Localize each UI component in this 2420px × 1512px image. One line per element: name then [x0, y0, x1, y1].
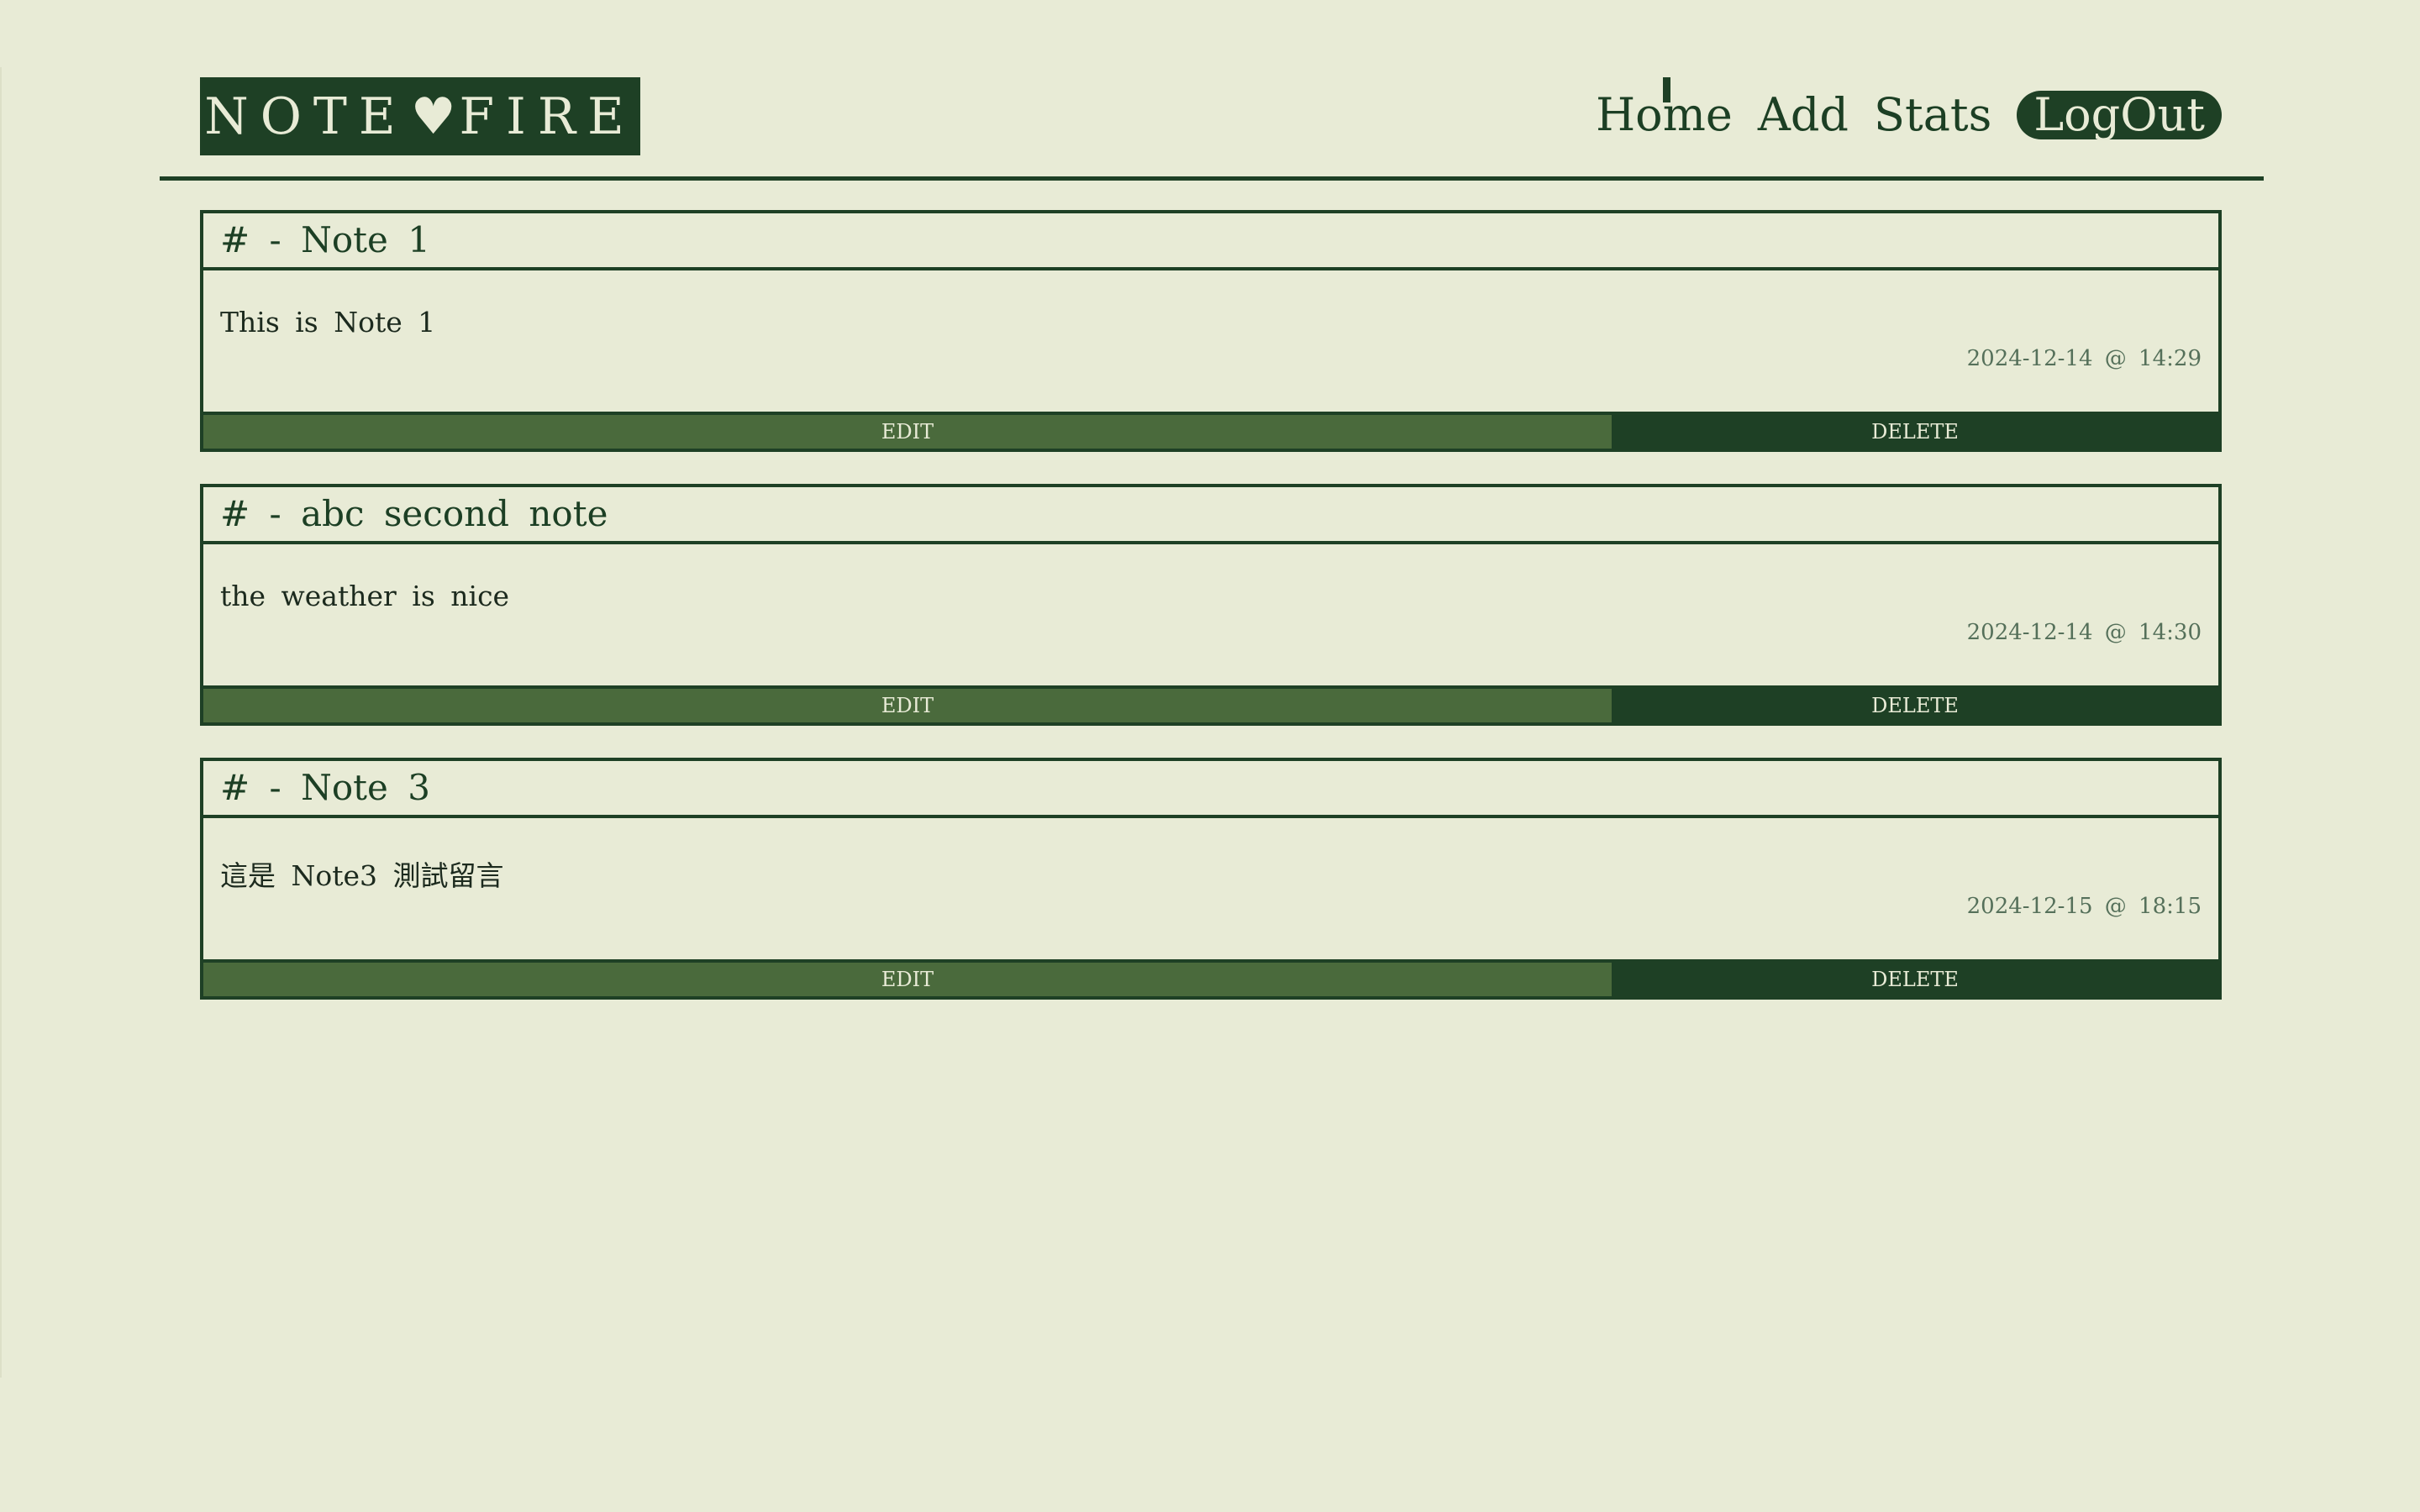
note-card: # - abc second note the weather is nice …	[200, 484, 2222, 726]
logo-text-fire: FIRE	[459, 87, 636, 146]
nav-stats-link[interactable]: Stats	[1874, 87, 1991, 143]
page-edge-divider	[0, 67, 2, 1378]
logout-button[interactable]: LogOut	[2017, 91, 2222, 139]
note-content: This is Note 1	[220, 306, 436, 339]
logo[interactable]: NOTE ♥ FIRE	[200, 77, 640, 155]
note-actions: EDIT DELETE	[203, 959, 2218, 996]
edit-button[interactable]: EDIT	[203, 963, 1612, 996]
note-timestamp: 2024-12-14 @ 14:30	[1966, 620, 2202, 645]
note-title: # - Note 1	[203, 213, 2218, 270]
note-actions: EDIT DELETE	[203, 412, 2218, 449]
nav: Home Add Stats LogOut	[1570, 77, 2222, 143]
note-body: the weather is nice 2024-12-14 @ 14:30	[203, 544, 2218, 685]
note-actions: EDIT DELETE	[203, 685, 2218, 722]
logo-text-note: NOTE	[204, 87, 408, 146]
note-title: # - abc second note	[203, 487, 2218, 544]
note-timestamp: 2024-12-14 @ 14:29	[1966, 346, 2202, 371]
note-body: 這是 Note3 測試留言 2024-12-15 @ 18:15	[203, 818, 2218, 959]
delete-button[interactable]: DELETE	[1612, 689, 2218, 722]
note-content: 這是 Note3 測試留言	[220, 859, 504, 892]
nav-add-link[interactable]: Add	[1758, 87, 1849, 143]
nav-home-link[interactable]: Home	[1596, 77, 1733, 143]
header: NOTE ♥ FIRE Home Add Stats LogOut	[160, 66, 2264, 181]
note-timestamp: 2024-12-15 @ 18:15	[1966, 894, 2202, 919]
delete-button[interactable]: DELETE	[1612, 963, 2218, 996]
note-card: # - Note 1 This is Note 1 2024-12-14 @ 1…	[200, 210, 2222, 452]
delete-button[interactable]: DELETE	[1612, 415, 2218, 449]
heart-icon: ♥	[410, 87, 456, 146]
note-card: # - Note 3 這是 Note3 測試留言 2024-12-15 @ 18…	[200, 758, 2222, 1000]
note-title: # - Note 3	[203, 761, 2218, 818]
notes-list: # - Note 1 This is Note 1 2024-12-14 @ 1…	[200, 210, 2222, 1032]
edit-button[interactable]: EDIT	[203, 415, 1612, 449]
note-body: This is Note 1 2024-12-14 @ 14:29	[203, 270, 2218, 412]
edit-button[interactable]: EDIT	[203, 689, 1612, 722]
note-content: the weather is nice	[220, 580, 510, 612]
